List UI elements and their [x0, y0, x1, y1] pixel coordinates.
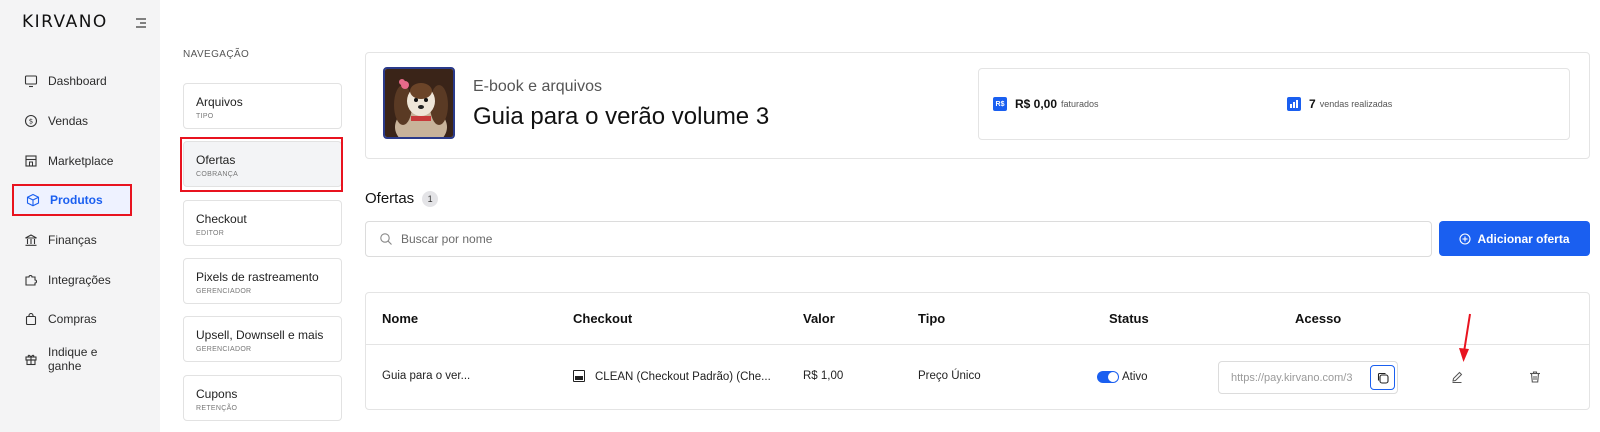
- subnav-label: Cupons: [196, 387, 238, 401]
- offer-checkout-label: CLEAN (Checkout Padrão) (Che...: [595, 371, 771, 383]
- offers-count-badge: 1: [422, 190, 439, 207]
- subnav-label: Checkout: [196, 212, 247, 226]
- bar-chart-icon: [1287, 97, 1301, 111]
- sidebar-item-label: Finanças: [48, 233, 97, 247]
- column-header-acesso: Acesso: [1295, 311, 1342, 326]
- subnav-sublabel: GERENCIADOR: [196, 288, 252, 295]
- offers-heading: Ofertas 1: [365, 190, 439, 207]
- logo: KIRVANO: [22, 12, 108, 32]
- sidebar: KIRVANO Dashboard $ Vendas Marketplace P…: [0, 0, 160, 432]
- sidebar-item-label: Integrações: [48, 273, 111, 287]
- subnav-label: Upsell, Downsell e mais: [196, 328, 324, 342]
- dollar-circle-icon: $: [24, 114, 38, 128]
- column-header-status: Status: [1109, 311, 1149, 326]
- subnav-sublabel: TIPO: [196, 113, 214, 120]
- sidebar-item-label: Marketplace: [48, 154, 114, 168]
- column-header-valor: Valor: [803, 311, 835, 326]
- subnav-label: Arquivos: [196, 95, 243, 109]
- revenue-desc: faturados: [1061, 99, 1099, 109]
- sales-value: 7: [1309, 97, 1316, 111]
- menu-collapse-icon[interactable]: [134, 16, 148, 30]
- subnav-item-checkout[interactable]: Checkout EDITOR: [183, 200, 342, 246]
- checkout-template-icon: [573, 370, 585, 382]
- subnav-item-upsell[interactable]: Upsell, Downsell e mais GERENCIADOR: [183, 316, 342, 362]
- subnav-sublabel: RETENÇÃO: [196, 405, 238, 412]
- offer-name: Guia para o ver...: [382, 370, 471, 382]
- sidebar-item-produtos[interactable]: Produtos: [12, 184, 132, 216]
- column-header-checkout: Checkout: [573, 311, 633, 326]
- sidebar-item-indique[interactable]: Indique e ganhe: [12, 343, 132, 375]
- box-icon: [26, 193, 40, 207]
- subnav-item-ofertas[interactable]: Ofertas COBRANÇA: [183, 141, 342, 187]
- search-icon: [380, 233, 392, 245]
- search-box[interactable]: [365, 221, 1432, 257]
- subnav-sublabel: COBRANÇA: [196, 171, 239, 178]
- store-icon: [25, 155, 37, 167]
- sidebar-item-label: Dashboard: [48, 74, 107, 88]
- sales-stat: 7 vendas realizadas: [1287, 97, 1392, 111]
- subnav-title: NAVEGAÇÃO: [183, 49, 250, 60]
- product-type: E-book e arquivos: [473, 78, 602, 95]
- product-title: Guia para o verão volume 3: [473, 103, 770, 130]
- subnav-sublabel: EDITOR: [196, 230, 225, 237]
- shopping-bag-icon: [25, 312, 37, 326]
- offer-type: Preço Único: [918, 370, 981, 382]
- sidebar-item-dashboard[interactable]: Dashboard: [12, 65, 132, 97]
- sidebar-item-label: Compras: [48, 312, 97, 326]
- access-link-field: [1218, 361, 1398, 394]
- subnav-label: Pixels de rastreamento: [196, 270, 319, 284]
- add-offer-label: Adicionar oferta: [1477, 231, 1570, 246]
- sidebar-item-financas[interactable]: Finanças: [12, 224, 132, 256]
- add-offer-button[interactable]: Adicionar oferta: [1439, 221, 1590, 256]
- sidebar-item-label: Produtos: [50, 193, 103, 207]
- subnav-sublabel: GERENCIADOR: [196, 346, 252, 353]
- sidebar-item-vendas[interactable]: $ Vendas: [12, 105, 132, 137]
- subnav-item-arquivos[interactable]: Arquivos TIPO: [183, 83, 342, 129]
- plus-circle-icon: [1459, 232, 1472, 245]
- product-thumbnail: [383, 67, 455, 139]
- copy-icon: [1377, 372, 1389, 384]
- puzzle-icon: [25, 275, 37, 286]
- sidebar-item-compras[interactable]: Compras: [12, 303, 132, 335]
- offer-value: R$ 1,00: [803, 370, 844, 382]
- sidebar-item-label: Indique e ganhe: [48, 345, 98, 373]
- status-toggle[interactable]: [1097, 371, 1119, 383]
- bank-icon: [25, 234, 37, 246]
- subnav-item-cupons[interactable]: Cupons RETENÇÃO: [183, 375, 342, 421]
- revenue-stat: R$ R$ 0,00 faturados: [993, 97, 1099, 111]
- subnav-item-pixels[interactable]: Pixels de rastreamento GERENCIADOR: [183, 258, 342, 304]
- sales-desc: vendas realizadas: [1319, 99, 1393, 109]
- offer-checkout: CLEAN (Checkout Padrão) (Che...: [573, 370, 771, 383]
- revenue-icon: R$: [993, 97, 1007, 111]
- offers-title: Ofertas: [365, 190, 415, 207]
- edit-pencil-icon[interactable]: [1450, 370, 1464, 384]
- svg-text:$: $: [29, 118, 33, 126]
- column-header-nome: Nome: [382, 311, 419, 326]
- trash-icon[interactable]: [1528, 370, 1542, 384]
- subnav-label: Ofertas: [196, 153, 236, 167]
- table-divider: [365, 344, 1590, 345]
- gift-icon: [25, 354, 37, 366]
- copy-link-button[interactable]: [1370, 365, 1395, 390]
- sidebar-item-integracoes[interactable]: Integrações: [12, 264, 132, 296]
- revenue-value: R$ 0,00: [1015, 97, 1058, 111]
- sidebar-item-label: Vendas: [48, 114, 89, 128]
- access-link-input[interactable]: [1231, 371, 1359, 384]
- offer-status-label: Ativo: [1122, 371, 1148, 383]
- column-header-tipo: Tipo: [918, 311, 946, 326]
- sidebar-item-marketplace[interactable]: Marketplace: [12, 145, 132, 177]
- monitor-icon: [24, 75, 38, 88]
- offers-table: [365, 292, 1590, 410]
- search-input[interactable]: [401, 232, 1301, 246]
